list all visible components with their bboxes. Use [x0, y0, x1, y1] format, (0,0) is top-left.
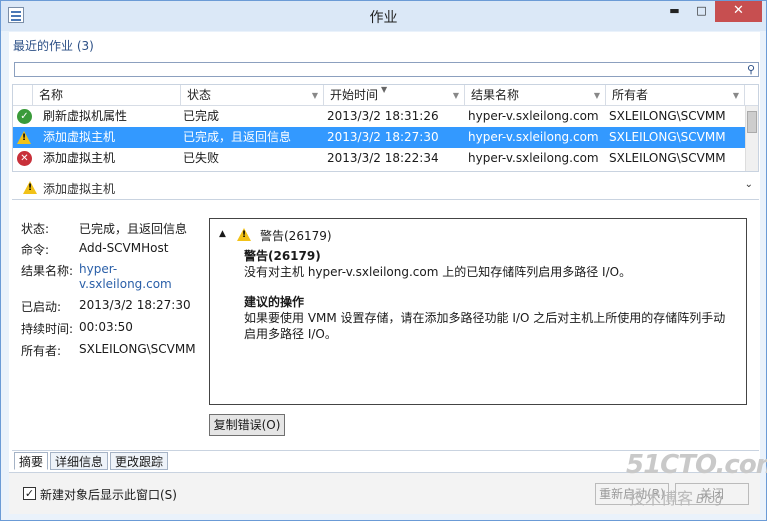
collapse-icon[interactable]: ▲ — [219, 229, 226, 239]
detail-title-bar[interactable]: ! 添加虚拟主机 ⌄ — [12, 174, 759, 200]
chevron-down-icon[interactable]: ⌄ — [745, 179, 753, 190]
owner-label: 所有者: — [21, 344, 62, 358]
recommended-action-text-cont: 启用多路径 I/O。 — [244, 327, 337, 341]
minimize-button[interactable]: ▬ — [661, 1, 688, 22]
message-title: 警告(26179) — [244, 249, 321, 263]
started-value: 2013/3/2 18:27:30 — [79, 298, 191, 312]
command-label: 命令: — [21, 243, 50, 257]
message-text: 没有对主机 hyper-v.sxleilong.com 上的已知存储阵列启用多路… — [244, 265, 632, 279]
success-icon: ✓ — [17, 109, 32, 124]
detail-tabs: 摘要 详细信息 更改跟踪 — [14, 452, 170, 472]
filter-dropdown-icon[interactable]: ▼ — [453, 85, 459, 106]
message-box: ▲ ! 警告(26179) 警告(26179) 没有对主机 hyper-v.sx… — [209, 218, 747, 405]
title-bar[interactable]: 作业 ▬ □ ✕ — [1, 1, 766, 31]
filter-dropdown-icon[interactable]: ▼ — [733, 85, 739, 106]
row-start-time: 2013/3/2 18:27:30 — [327, 130, 439, 144]
tab-summary[interactable]: 摘要 — [14, 452, 49, 470]
result-name-link-cont[interactable]: v.sxleilong.com — [79, 277, 172, 291]
jobs-grid: 名称 状态 ▼ ▼ 开始时间 ▼ 结果名称 ▼ 所有者 ▼ ✓ 刷新虚拟机属性 … — [12, 84, 759, 172]
row-status: 已失败 — [183, 151, 220, 165]
column-header-result-name-label: 结果名称 — [471, 88, 520, 102]
search-input[interactable]: ⚲ — [14, 62, 759, 77]
row-owner: SXLEILONG\SCVMM — [609, 109, 726, 123]
row-result-name: hyper-v.sxleilong.com — [468, 130, 599, 144]
watermark-blog: Blog — [696, 492, 723, 506]
filter-dropdown-icon[interactable]: ▼ — [312, 85, 318, 106]
row-name: 刷新虚拟机属性 — [43, 109, 128, 123]
status-label: 状态: — [21, 222, 50, 236]
close-window-button[interactable]: ✕ — [715, 1, 762, 22]
column-header-status[interactable]: 状态 ▼ — [181, 85, 324, 106]
row-owner: SXLEILONG\SCVMM — [609, 151, 726, 165]
row-start-time: 2013/3/2 18:22:34 — [327, 151, 439, 165]
filter-dropdown-icon[interactable]: ▼ — [594, 85, 600, 106]
search-icon[interactable]: ⚲ — [747, 63, 755, 76]
warning-icon: ! — [17, 131, 31, 144]
row-status: 已完成，且返回信息 — [183, 130, 292, 144]
copy-error-button[interactable]: 复制错误(O) — [209, 414, 285, 436]
column-header-name-label: 名称 — [39, 88, 64, 102]
column-header-status-label: 状态 — [187, 88, 212, 102]
table-row[interactable]: ✕ 添加虚拟主机 已失败 2013/3/2 18:22:34 hyper-v.s… — [13, 148, 745, 169]
watermark-title: 51CTO.com — [626, 450, 767, 480]
owner-value: SXLEILONG\SCVMM — [79, 342, 196, 356]
watermark-logo: 51CTO.com 技术博客 Blog — [626, 450, 767, 515]
column-header-start-time[interactable]: ▼ 开始时间 ▼ — [324, 85, 465, 106]
grid-header: 名称 状态 ▼ ▼ 开始时间 ▼ 结果名称 ▼ 所有者 ▼ — [13, 85, 758, 106]
result-name-link[interactable]: hyper- — [79, 262, 117, 276]
row-start-time: 2013/3/2 18:31:26 — [327, 109, 439, 123]
recent-jobs-label: 最近的作业 (3) — [13, 39, 94, 53]
detail-panel: 状态: 已完成，且返回信息 命令: Add-SCVMHost 结果名称: hyp… — [12, 204, 759, 451]
column-header-start-time-label: 开始时间 — [330, 88, 379, 102]
watermark-subtitle: 技术博客 — [629, 489, 694, 508]
column-header-owner-label: 所有者 — [612, 88, 649, 102]
error-icon: ✕ — [17, 151, 32, 166]
recommended-action-text: 如果要使用 VMM 设置存储，请在添加多路径功能 I/O 之后对主机上所使用的存… — [244, 311, 726, 325]
row-name: 添加虚拟主机 — [43, 151, 116, 165]
maximize-button[interactable]: □ — [688, 1, 715, 22]
scrollbar-thumb[interactable] — [747, 111, 757, 133]
column-header-name[interactable]: 名称 — [33, 85, 181, 106]
detail-title: 添加虚拟主机 — [43, 182, 116, 196]
row-result-name: hyper-v.sxleilong.com — [468, 109, 599, 123]
tab-change-tracking[interactable]: 更改跟踪 — [110, 452, 169, 470]
row-status: 已完成 — [183, 109, 220, 123]
warning-icon: ! — [23, 181, 37, 194]
result-name-label: 结果名称: — [21, 264, 74, 278]
window-controls: ▬ □ ✕ — [661, 1, 762, 22]
column-header-owner[interactable]: 所有者 ▼ — [606, 85, 745, 106]
started-label: 已启动: — [21, 300, 62, 314]
row-name: 添加虚拟主机 — [43, 130, 116, 144]
status-value: 已完成，且返回信息 — [79, 222, 188, 236]
icon-column-header[interactable] — [13, 85, 33, 106]
jobs-window: 作业 ▬ □ ✕ 最近的作业 (3) ⚲ 名称 状态 ▼ ▼ 开始时间 ▼ 结果… — [0, 0, 767, 521]
recommended-action-title: 建议的操作 — [244, 295, 305, 309]
table-row[interactable]: ! 添加虚拟主机 已完成，且返回信息 2013/3/2 18:27:30 hyp… — [13, 127, 745, 148]
grid-scrollbar[interactable] — [745, 106, 758, 171]
window-title: 作业 — [369, 10, 398, 26]
message-header: 警告(26179) — [260, 229, 332, 243]
duration-label: 持续时间: — [21, 322, 74, 336]
row-result-name: hyper-v.sxleilong.com — [468, 151, 599, 165]
command-value: Add-SCVMHost — [79, 241, 169, 255]
sort-descending-icon: ▼ — [381, 85, 388, 94]
warning-icon: ! — [237, 228, 251, 241]
window-client: 最近的作业 (3) ⚲ 名称 状态 ▼ ▼ 开始时间 ▼ 结果名称 ▼ 所有者 … — [9, 32, 760, 514]
show-window-checkbox-label[interactable]: 新建对象后显示此窗口(S) — [40, 486, 177, 503]
show-window-checkbox[interactable]: ✓ — [23, 487, 36, 500]
column-header-result-name[interactable]: 结果名称 ▼ — [465, 85, 606, 106]
tab-details[interactable]: 详细信息 — [50, 452, 109, 470]
row-owner: SXLEILONG\SCVMM — [609, 130, 726, 144]
duration-value: 00:03:50 — [79, 320, 133, 334]
table-row[interactable]: ✓ 刷新虚拟机属性 已完成 2013/3/2 18:31:26 hyper-v.… — [13, 106, 745, 127]
